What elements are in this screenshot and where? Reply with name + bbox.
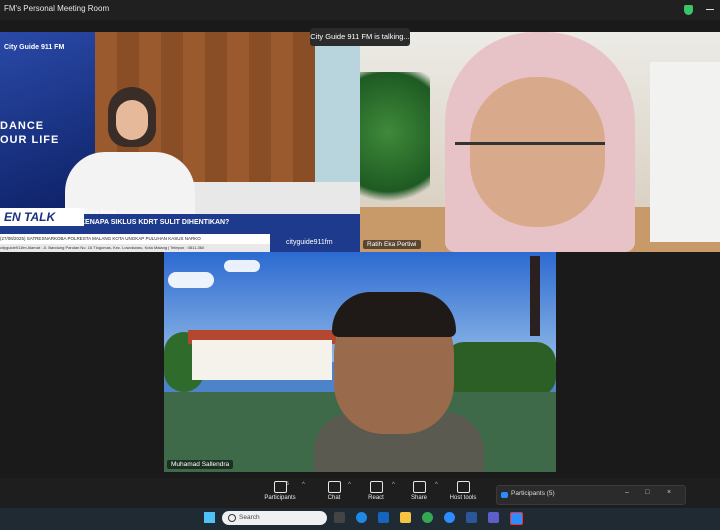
zoom-meeting-icon[interactable] [510,512,523,525]
window-title: FM's Personal Meeting Room [4,4,110,13]
search-icon [228,514,236,522]
monument-tower [530,256,540,336]
cloud [224,260,260,272]
headline: KENAPA SIKLUS KDRT SULIT DIHENTIKAN? [80,219,230,226]
task-view-icon[interactable] [334,512,345,523]
chevron-up-icon[interactable]: ^ [392,482,395,488]
teams-icon[interactable] [488,512,499,523]
video-tile-muhamad[interactable]: Muhamad Sallendra [164,252,556,472]
chevron-up-icon[interactable]: ^ [435,482,438,488]
video-tile-erika[interactable]: City Guide 911 FM DANCE OUR LIFE EN TALK… [0,32,360,252]
participants-icon [501,492,508,498]
participants-count: 5 [286,481,289,487]
zoom-icon[interactable] [444,512,455,523]
banner-text-line2: OUR LIFE [0,134,60,146]
participants-panel-popup[interactable]: Participants (5) – □ × [496,485,686,505]
participant-name-tag: Ratih Eka Pertiwi [363,240,421,249]
title-bar: FM's Personal Meeting Room [0,0,720,20]
participants-button[interactable]: Participants [262,478,298,508]
file-explorer-icon[interactable] [400,512,411,523]
taskbar-search-input[interactable]: Search [222,511,327,525]
glasses [455,142,605,167]
maximize-icon[interactable]: □ [645,489,649,496]
speaker-face [116,100,148,140]
station-logo: City Guide 911 FM [4,44,65,51]
bookshelf [650,62,720,242]
shield-icon [456,481,470,493]
address-ticker: cityguide911fm Alamat : Jl. Bandung Pand… [0,244,270,252]
show-logo: EN TALK [0,208,84,226]
participants-icon [273,481,287,493]
participant-name-tag: Muhamad Sallendra [167,460,234,469]
chevron-up-icon[interactable]: ^ [348,482,351,488]
video-tile-ratih[interactable]: Ratih Eka Pertiwi [360,32,720,252]
news-ticker: (27/08/2025) SATRESNARKOBA POLRESTA MALA… [0,234,270,244]
windows-start-icon[interactable] [204,512,215,523]
chevron-up-icon[interactable]: ^ [302,482,305,488]
security-shield-icon[interactable] [684,5,693,15]
banner-text-line1: DANCE [0,120,45,132]
minimize-icon[interactable]: – [625,489,629,496]
react-button[interactable]: React [362,478,390,508]
chrome-icon[interactable] [422,512,433,523]
building [192,340,332,380]
active-speaker-banner: City Guide 911 FM is talking... [310,28,410,46]
chat-button[interactable]: Chat [320,478,348,508]
share-screen-icon [412,481,426,493]
heart-icon [369,481,383,493]
social-handle: cityguide911fm [286,239,333,246]
edge-browser-icon[interactable] [356,512,367,523]
cloud [168,272,214,288]
participant-hair [332,292,456,337]
close-icon[interactable]: × [667,489,671,496]
guest-name: Erika Rosa [84,209,116,216]
host-tools-button[interactable]: Host tools [446,478,480,508]
plant [360,72,430,222]
word-icon[interactable] [466,512,477,523]
chat-icon [327,481,341,493]
studio-window [315,32,360,182]
share-button[interactable]: Share [405,478,433,508]
minimize-icon[interactable] [706,9,714,10]
outlook-icon[interactable] [378,512,389,523]
trees [444,342,556,397]
